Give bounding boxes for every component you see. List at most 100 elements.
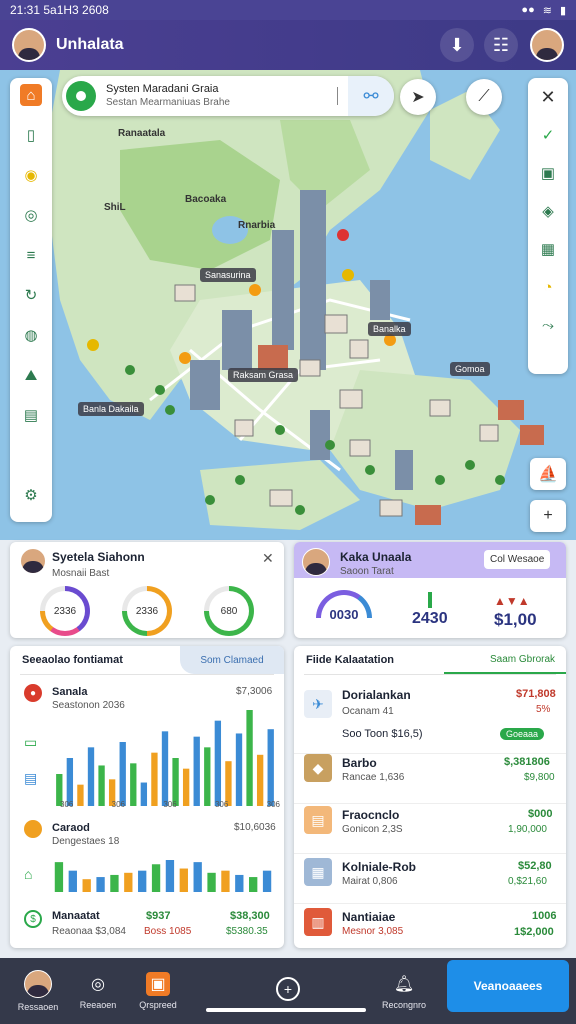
profile-title: Kaka Unaala [340,550,412,564]
item1-value: $7,3006 [236,686,273,697]
chart-bar [165,860,175,892]
chart-bar [161,731,169,806]
nav-label: Recongnro [381,1000,427,1010]
globe-icon[interactable]: ◍ [20,324,42,346]
measure-icon[interactable]: ⟋ [466,79,502,115]
close-icon[interactable]: ✕ [537,86,559,108]
tag-icon[interactable]: ◈ [537,200,559,222]
chart-bar [151,752,158,806]
table-icon[interactable]: ▤ [20,404,42,426]
list-item[interactable]: ▥ Nantiaiae Mesnor 3,085 1006 1$2,000 [294,904,566,948]
chart-bar [124,872,133,892]
card-icon: ▭ [24,734,38,750]
gauge-2: 2336 [122,586,172,636]
nav-label: Reeaoen [79,1000,117,1010]
chart-tick-label: 306 [214,800,229,809]
profile-action-button[interactable]: Col Wesaoe [484,550,551,569]
chart-bar [179,868,188,892]
list-item[interactable]: ▤ Fraocnclo Gonicon 2,3S $000 1,90,000 [294,804,566,854]
terrain-icon[interactable]: ⛰ [20,364,42,386]
divider [304,674,556,675]
gauge-icon[interactable]: ◔ [537,276,559,298]
map-label: Sanasurina [200,268,256,282]
chart-bar [235,733,243,806]
app-bar: Unhalata ⬇ ☷ [0,20,576,70]
divider [20,674,274,675]
map-place-name: Ranaatala [118,128,166,139]
layers-icon[interactable]: ▣ [537,162,559,184]
item3-value-4: $5380.35 [226,926,268,937]
list-card-header: Fiide Kalaatation [306,654,395,666]
chart-bar [204,747,211,806]
chart-bar [66,758,74,806]
primary-action-button[interactable]: Veanoaaees [447,960,569,1012]
zoom-in-icon[interactable]: + [530,500,566,532]
item-title: Barbo [342,756,377,770]
layers-icon[interactable]: ≡ [20,244,42,266]
download-icon[interactable]: ⬇ [440,28,474,62]
chart-bar [193,736,200,806]
chart-icon: ▤ [24,770,38,786]
settings-icon[interactable]: ⚙ [20,484,42,506]
chart-bar [54,862,64,892]
chart-card-tag[interactable]: Som Clamaed [180,646,284,674]
money-icon: $ [24,910,42,928]
chart-bar [138,870,147,892]
navigate-icon[interactable]: ➤ [400,79,436,115]
profile-value-2: 2430 [412,610,448,627]
list-item[interactable]: ▦ Kolniale-Rob Mairat 0,806 $52,80 0,$21… [294,854,566,904]
chart-bar [267,729,274,806]
list-icon[interactable]: ☷ [484,28,518,62]
home-icon[interactable]: ⌂ [20,84,42,106]
profile-avatar[interactable] [530,28,564,62]
item-subtitle: Gonicon 2,3S [342,824,403,835]
user-avatar[interactable] [12,28,46,62]
nav-item-notifications[interactable]: 🔔︎ Recongnro [374,972,434,1010]
status-dot-icon [66,81,96,111]
location-icon[interactable]: ◉ [20,164,42,186]
map-label: Gomoa [450,362,490,376]
nav-avatar [24,970,52,998]
map-canvas [45,70,544,530]
zoom-direction-icon[interactable]: ⛵ [530,458,566,490]
filter-icon[interactable]: ⚯ [348,76,394,116]
summary-card: Syetela Siahonn Mosnaii Bast ✕ 2336 2336… [10,542,284,638]
check-icon[interactable]: ✓ [537,124,559,146]
chart-bar [235,874,244,892]
item-thumbnail-icon: ▦ [304,858,332,886]
route-icon[interactable]: ⤳ [537,314,559,336]
divider [337,87,338,105]
item-value-2: 1$2,000 [514,926,554,938]
chart-bar [262,870,272,892]
chart-bar [119,742,126,806]
calendar-icon[interactable]: ▦ [537,238,559,260]
search-text: Systen Maradani Graia Sestan Mearmaniuas… [106,83,337,109]
chart-bar [256,754,264,806]
nav-item-reports[interactable]: ◎ Reeaoen [68,972,128,1010]
chart-bar [207,872,216,892]
item-subtitle: Rancae 1,636 [342,772,405,783]
refresh-icon[interactable]: ↻ [20,284,42,306]
chat-icon[interactable]: ◎ [20,204,42,226]
close-icon[interactable]: ✕ [262,550,274,567]
item1-title: Sanala [52,686,88,698]
item-value: $000 [528,808,553,820]
list-card-tag[interactable]: Saam Gbrorak [490,654,555,665]
map-view[interactable]: Banla Dakaila Sanasurina Banalka Raksam … [0,70,576,540]
item3-subtitle: Reaonaa $3,084 [52,926,126,937]
gift-icon: ▣ [146,972,170,996]
nav-item-add[interactable]: + [258,977,318,1005]
profile-mini-bar [428,592,432,608]
search-bar[interactable]: Systen Maradani Graia Sestan Mearmaniuas… [62,76,394,116]
search-title: Systen Maradani Graia [106,83,219,95]
list-item[interactable]: ✈ Dorialankan Ocanam 41 $71,808 5% Soo T… [294,684,566,754]
nav-item-profile[interactable]: Ressaoen [8,970,68,1012]
chart-bar [172,758,179,806]
search-subtitle: Sestan Mearmaniuas Brahe [106,97,230,108]
nav-label: Qrspreed [139,1000,177,1010]
alert-icon: ● [24,684,42,702]
nav-item-spread[interactable]: ▣ Qrspreed [128,972,188,1010]
list-item[interactable]: ◆ Barbo Rancae 1,636 $,381806 $9,800 [294,754,566,804]
bookmark-icon[interactable]: ▯ [20,124,42,146]
item3-value-1: $937 [146,910,171,922]
